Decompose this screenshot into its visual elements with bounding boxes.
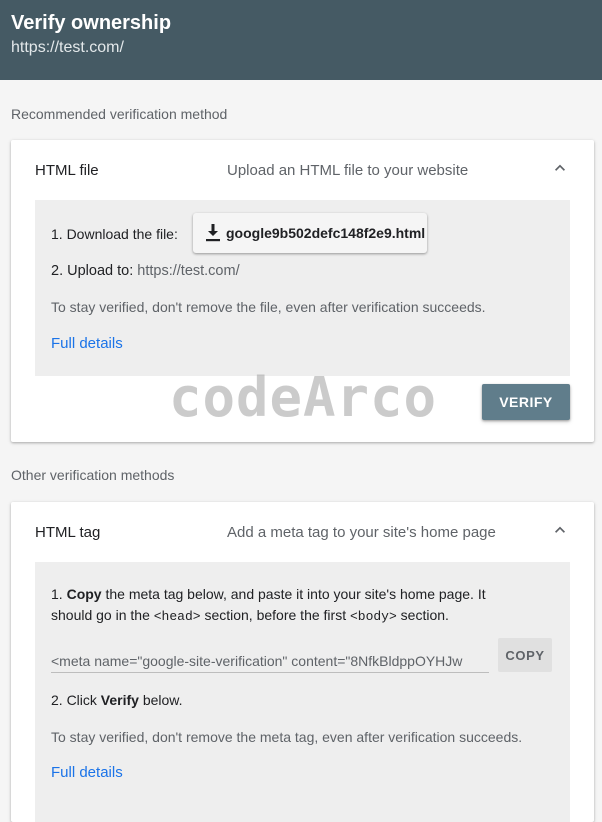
copy-step-number: 1.: [51, 586, 67, 602]
verify-button[interactable]: VERIFY: [482, 384, 570, 420]
upload-step-label: 2. Upload to:: [51, 263, 134, 279]
copy-step-text-a: the meta tag below, and paste it into yo…: [101, 586, 486, 602]
html-file-instructions: 1. Download the file: google9b502defc148…: [35, 200, 570, 376]
html-tag-card: HTML tag Add a meta tag to your site's h…: [11, 502, 594, 822]
copy-step-bold: Copy: [66, 586, 102, 602]
html-file-card: HTML file Upload an HTML file to your we…: [11, 140, 594, 442]
verify-step-bold: Verify: [100, 692, 139, 708]
html-file-full-details-link[interactable]: Full details: [51, 335, 123, 352]
html-tag-instructions: 1. Copy the meta tag below, and paste it…: [35, 562, 570, 822]
chevron-up-icon[interactable]: [550, 520, 570, 540]
verify-step-number: 2. Click: [51, 692, 101, 708]
recommended-section-label: Recommended verification method: [11, 106, 228, 122]
upload-step: 2. Upload to: https://test.com/: [51, 263, 240, 279]
download-file-button[interactable]: google9b502defc148f2e9.html: [193, 213, 427, 253]
html-file-method-description: Upload an HTML file to your website: [227, 162, 469, 179]
html-tag-full-details-link[interactable]: Full details: [51, 764, 123, 781]
html-file-note: To stay verified, don't remove the file,…: [51, 299, 486, 315]
head-tag-code: <head>: [153, 609, 201, 624]
upload-url: https://test.com/: [137, 263, 240, 279]
download-icon: [206, 224, 220, 242]
body-tag-code: <body>: [349, 609, 397, 624]
chevron-up-icon[interactable]: [550, 158, 570, 178]
copy-button[interactable]: COPY: [498, 638, 552, 672]
page-header: Verify ownership https://test.com/: [0, 0, 602, 80]
verify-step-text: 2. Click Verify below.: [51, 692, 183, 708]
html-tag-method-description: Add a meta tag to your site's home page: [227, 524, 496, 541]
other-section-label: Other verification methods: [11, 467, 175, 483]
page-title: Verify ownership: [11, 12, 172, 34]
verify-step-tail: below.: [138, 692, 183, 708]
html-file-method-name: HTML file: [35, 162, 99, 179]
meta-tag-field[interactable]: [51, 650, 489, 673]
property-url: https://test.com/: [11, 39, 124, 56]
html-tag-method-name: HTML tag: [35, 524, 101, 541]
copy-step-text-d: section.: [396, 607, 449, 623]
download-step-label: 1. Download the file:: [51, 226, 178, 242]
copy-step-text-b: should go in the: [51, 607, 154, 623]
html-file-card-header[interactable]: HTML file Upload an HTML file to your we…: [11, 140, 594, 200]
download-filename: google9b502defc148f2e9.html: [226, 225, 426, 241]
html-tag-card-header[interactable]: HTML tag Add a meta tag to your site's h…: [11, 502, 594, 562]
copy-step-text: 1. Copy the meta tag below, and paste it…: [51, 584, 531, 627]
copy-step-text-c: section, before the first: [200, 607, 350, 623]
html-tag-note: To stay verified, don't remove the meta …: [51, 729, 523, 745]
